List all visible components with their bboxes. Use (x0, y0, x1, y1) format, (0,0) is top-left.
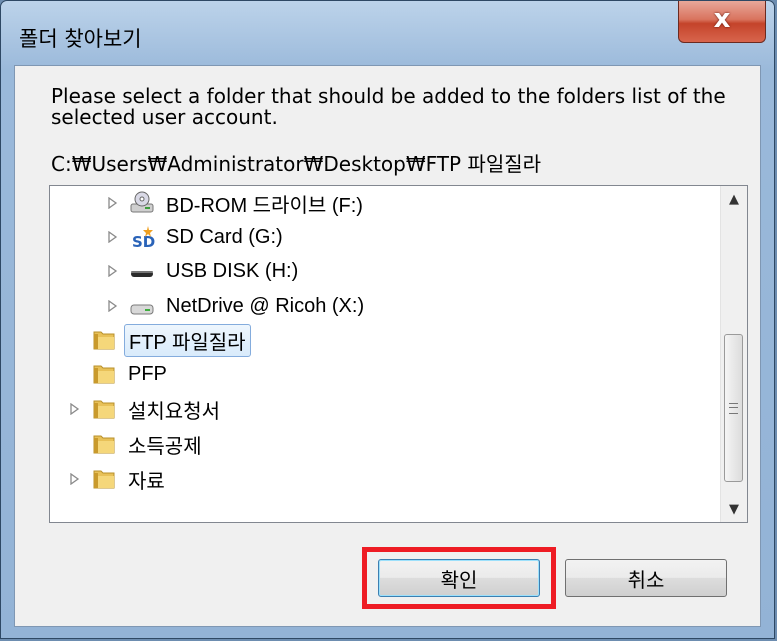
tree-item-label: 자료 (128, 470, 165, 493)
tree-item-ftp-filezilla[interactable]: FTP 파일질라 (90, 323, 251, 357)
tree-item-usb-disk[interactable]: USB DISK (H:) (106, 254, 302, 288)
cancel-button[interactable]: 취소 (565, 559, 727, 597)
expand-arrow-icon[interactable] (106, 299, 120, 313)
window-title: 폴더 찾아보기 (19, 27, 142, 51)
network-drive-icon (128, 293, 156, 319)
sd-card-icon: SD (128, 224, 156, 250)
selected-path: C:₩Users₩Administrator₩Desktop₩FTP 파일질라 (51, 152, 542, 176)
scroll-up-arrow-icon[interactable]: ▲ (721, 186, 747, 212)
tree-item-materials[interactable]: 자료 (68, 462, 169, 496)
tree-item-label: PFP (128, 362, 167, 385)
usb-drive-icon (128, 258, 156, 284)
folder-browse-dialog: 폴더 찾아보기 x Please select a folder that sh… (0, 0, 775, 639)
scrollbar-thumb[interactable] (724, 334, 743, 482)
svg-text:SD: SD (132, 233, 155, 250)
tree-item-label: FTP 파일질라 (124, 323, 251, 357)
tree-item-label: 소득공제 (128, 435, 202, 458)
scroll-down-arrow-icon[interactable]: ▼ (721, 496, 747, 522)
title-bar[interactable]: 폴더 찾아보기 x (1, 1, 774, 65)
tree-item-label: SD Card (G:) (166, 225, 283, 248)
tree-item-pfp[interactable]: PFP (90, 357, 171, 391)
expand-arrow-icon[interactable] (106, 264, 120, 278)
expand-arrow-icon[interactable] (68, 472, 82, 486)
red-highlight-box (362, 547, 556, 609)
folder-icon (90, 396, 118, 422)
grip-icon (729, 402, 738, 414)
close-button[interactable]: x (678, 1, 766, 43)
expand-arrow-icon[interactable] (106, 196, 120, 210)
tree-item-label: USB DISK (H:) (166, 259, 299, 282)
close-icon: x (713, 4, 731, 34)
tree-item-label: 설치요청서 (128, 400, 220, 423)
tree-vertical-scrollbar[interactable]: ▲ ▼ (720, 186, 747, 522)
folder-icon (90, 361, 118, 387)
folder-icon (90, 431, 118, 457)
tree-item-income-deduction[interactable]: 소득공제 (90, 427, 206, 461)
bd-rom-drive-icon (128, 190, 156, 216)
tree-item-netdrive[interactable]: NetDrive @ Ricoh (X:) (106, 289, 368, 323)
folder-icon (90, 466, 118, 492)
tree-item-installation-request[interactable]: 설치요청서 (68, 392, 224, 426)
tree-item-sd-card[interactable]: SD SD Card (G:) (106, 220, 287, 254)
dialog-description: Please select a folder that should be ad… (51, 84, 726, 129)
tree-item-label: BD-ROM 드라이브 (F:) (166, 194, 363, 217)
dialog-client-area: Please select a folder that should be ad… (14, 65, 761, 627)
folder-tree[interactable]: BD-ROM 드라이브 (F:) SD SD Card (G:) USB DIS… (49, 185, 748, 523)
tree-item-bd-rom[interactable]: BD-ROM 드라이브 (F:) (106, 186, 367, 220)
tree-item-label: NetDrive @ Ricoh (X:) (166, 294, 365, 317)
folder-icon (90, 327, 118, 353)
expand-arrow-icon[interactable] (106, 230, 120, 244)
expand-arrow-icon[interactable] (68, 402, 82, 416)
